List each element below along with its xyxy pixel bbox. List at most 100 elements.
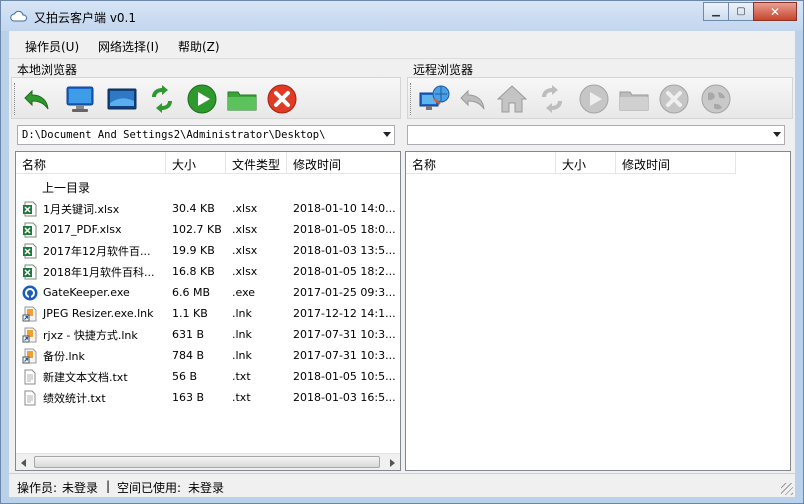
app-window: 又拍云客户端 v0.1 ▁ ▢ ✕ 操作员(U) 网络选择(I) 帮助(Z) 本… xyxy=(0,0,804,504)
file-row[interactable]: rjxz - 快捷方式.lnk 631 B .lnk 2017-07-31 10:3.… xyxy=(16,324,400,345)
file-size: 6.6 MB xyxy=(172,286,211,299)
folder-icon xyxy=(227,91,257,111)
file-row[interactable]: GateKeeper.exe 6.6 MB .exe 2017-01-25 09:3.… xyxy=(16,282,400,303)
resize-grip[interactable] xyxy=(781,483,793,495)
minimize-button[interactable]: ▁ xyxy=(703,2,729,21)
file-name: 绩效统计.txt xyxy=(43,391,106,405)
file-name: 2017_PDF.xlsx xyxy=(43,223,122,236)
col-type[interactable]: 文件类型 xyxy=(226,152,287,174)
local-play-button[interactable] xyxy=(184,81,220,117)
file-name: JPEG Resizer.exe.lnk xyxy=(43,307,154,320)
maximize-button[interactable]: ▢ xyxy=(728,2,754,21)
status-bar: 操作员: 未登录 | 空间已使用: 未登录 xyxy=(9,473,795,497)
shortcut-icon xyxy=(22,327,37,342)
local-browser-label: 本地浏览器 xyxy=(17,63,78,77)
computer-icon xyxy=(66,86,94,112)
file-type: .xlsx xyxy=(232,244,258,257)
local-delete-button[interactable] xyxy=(264,81,300,117)
space-used-value: 未登录 xyxy=(188,481,225,495)
file-modified: 2018-01-03 13:5... xyxy=(293,244,396,257)
file-modified: 2017-01-25 09:3... xyxy=(293,286,396,299)
file-modified: 2017-12-12 14:1... xyxy=(293,307,396,320)
remote-col-modified[interactable]: 修改时间 xyxy=(616,152,736,174)
operator-label: 操作员: xyxy=(17,481,58,495)
local-desktop-button[interactable] xyxy=(104,81,140,117)
remote-path-combobox[interactable] xyxy=(407,125,785,145)
local-path-combobox[interactable]: D:\Document And Settings2\Administrator\… xyxy=(17,125,395,145)
file-row[interactable]: 1月关键词.xlsx 30.4 KB .xlsx 2018-01-10 14:0... xyxy=(16,198,400,219)
excel-icon xyxy=(23,222,37,237)
remote-col-name[interactable]: 名称 xyxy=(406,152,556,174)
scroll-thumb[interactable] xyxy=(34,456,380,468)
chevron-down-icon[interactable] xyxy=(773,132,781,137)
file-row[interactable]: 绩效统计.txt 163 B .txt 2018-01-03 16:5... xyxy=(16,387,400,408)
file-modified: 2018-01-05 18:0... xyxy=(293,223,396,236)
excel-icon xyxy=(23,264,37,279)
local-refresh-button[interactable] xyxy=(144,81,180,117)
local-folder-button[interactable] xyxy=(224,81,260,117)
chevron-down-icon[interactable] xyxy=(383,132,391,137)
file-modified: 2018-01-05 18:2... xyxy=(293,265,396,278)
parent-dir-label: 上一目录 xyxy=(42,181,91,195)
play-icon xyxy=(579,84,609,114)
refresh-icon xyxy=(542,85,562,113)
col-size[interactable]: 大小 xyxy=(166,152,226,174)
file-size: 1.1 KB xyxy=(172,307,208,320)
file-size: 784 B xyxy=(172,349,205,362)
close-button[interactable]: ✕ xyxy=(753,2,797,21)
remote-play-button xyxy=(576,81,612,117)
excel-icon xyxy=(23,243,37,258)
remote-back-button xyxy=(456,81,492,117)
scroll-left-icon[interactable] xyxy=(21,459,26,467)
local-file-list[interactable]: 名称 大小 文件类型 修改时间 上一目录 1月关键词.xlsx 30.4 KB .x… xyxy=(15,151,401,471)
folder-icon xyxy=(619,91,649,111)
parent-dir-row[interactable]: 上一目录 xyxy=(16,177,166,198)
connect-icon xyxy=(419,85,450,110)
maximize-icon: ▢ xyxy=(736,6,746,17)
file-size: 163 B xyxy=(172,391,205,404)
col-modified[interactable]: 修改时间 xyxy=(287,152,400,174)
file-size: 19.9 KB xyxy=(172,244,215,257)
scroll-right-icon[interactable] xyxy=(390,459,395,467)
file-modified: 2018-01-05 10:5... xyxy=(293,370,396,383)
file-type: .xlsx xyxy=(232,202,258,215)
operator-value: 未登录 xyxy=(62,481,99,495)
close-icon: ✕ xyxy=(769,4,781,19)
file-row[interactable]: 2017_PDF.xlsx 102.7 KB .xlsx 2018-01-05 18:… xyxy=(16,219,400,240)
file-size: 102.7 KB xyxy=(172,223,222,236)
file-row[interactable]: JPEG Resizer.exe.lnk 1.1 KB .lnk 2017-12-12… xyxy=(16,303,400,324)
file-row[interactable]: 2018年1月软件百科... 16.8 KB .xlsx 2018-01-05 18:… xyxy=(16,261,400,282)
remote-connect-button[interactable] xyxy=(416,81,452,117)
remote-home-button xyxy=(494,81,530,117)
gatekeeper-icon xyxy=(22,285,38,300)
local-back-button[interactable] xyxy=(20,81,56,117)
remote-file-list[interactable]: 名称 大小 修改时间 xyxy=(405,151,791,471)
local-list-header: 名称 大小 文件类型 修改时间 xyxy=(16,152,400,174)
file-row[interactable]: 2017年12月软件百... 19.9 KB .xlsx 2018-01-03 13:… xyxy=(16,240,400,261)
col-name[interactable]: 名称 xyxy=(16,152,166,174)
title-bar[interactable]: 又拍云客户端 v0.1 ▁ ▢ ✕ xyxy=(1,1,803,31)
file-type: .lnk xyxy=(232,307,252,320)
menu-help[interactable]: 帮助(Z) xyxy=(178,38,220,55)
file-row[interactable]: 备份.lnk 784 B .lnk 2017-07-31 10:3... xyxy=(16,345,400,366)
menu-operator[interactable]: 操作员(U) xyxy=(25,38,79,55)
remote-col-size[interactable]: 大小 xyxy=(556,152,616,174)
local-computer-button[interactable] xyxy=(62,81,98,117)
file-size: 631 B xyxy=(172,328,205,341)
window-title: 又拍云客户端 v0.1 xyxy=(34,11,137,25)
file-modified: 2017-07-31 10:3... xyxy=(293,328,396,341)
file-size: 16.8 KB xyxy=(172,265,215,278)
file-row[interactable]: 新建文本文档.txt 56 B .txt 2018-01-05 10:5... xyxy=(16,366,400,387)
file-name: 新建文本文档.txt xyxy=(43,370,128,384)
menu-network[interactable]: 网络选择(I) xyxy=(98,38,159,55)
file-modified: 2018-01-03 16:5... xyxy=(293,391,396,404)
space-used-label: 空间已使用: xyxy=(117,481,182,495)
toolbar-grip xyxy=(14,83,17,115)
client-area: 操作员(U) 网络选择(I) 帮助(Z) 本地浏览器 D:\Document A… xyxy=(9,31,795,497)
local-hscrollbar[interactable] xyxy=(16,453,400,470)
file-name: 2018年1月软件百科... xyxy=(43,265,155,279)
remote-delete-button xyxy=(656,81,692,117)
shortcut-icon xyxy=(22,306,37,321)
file-type: .xlsx xyxy=(232,223,258,236)
file-name: rjxz - 快捷方式.lnk xyxy=(43,328,138,342)
